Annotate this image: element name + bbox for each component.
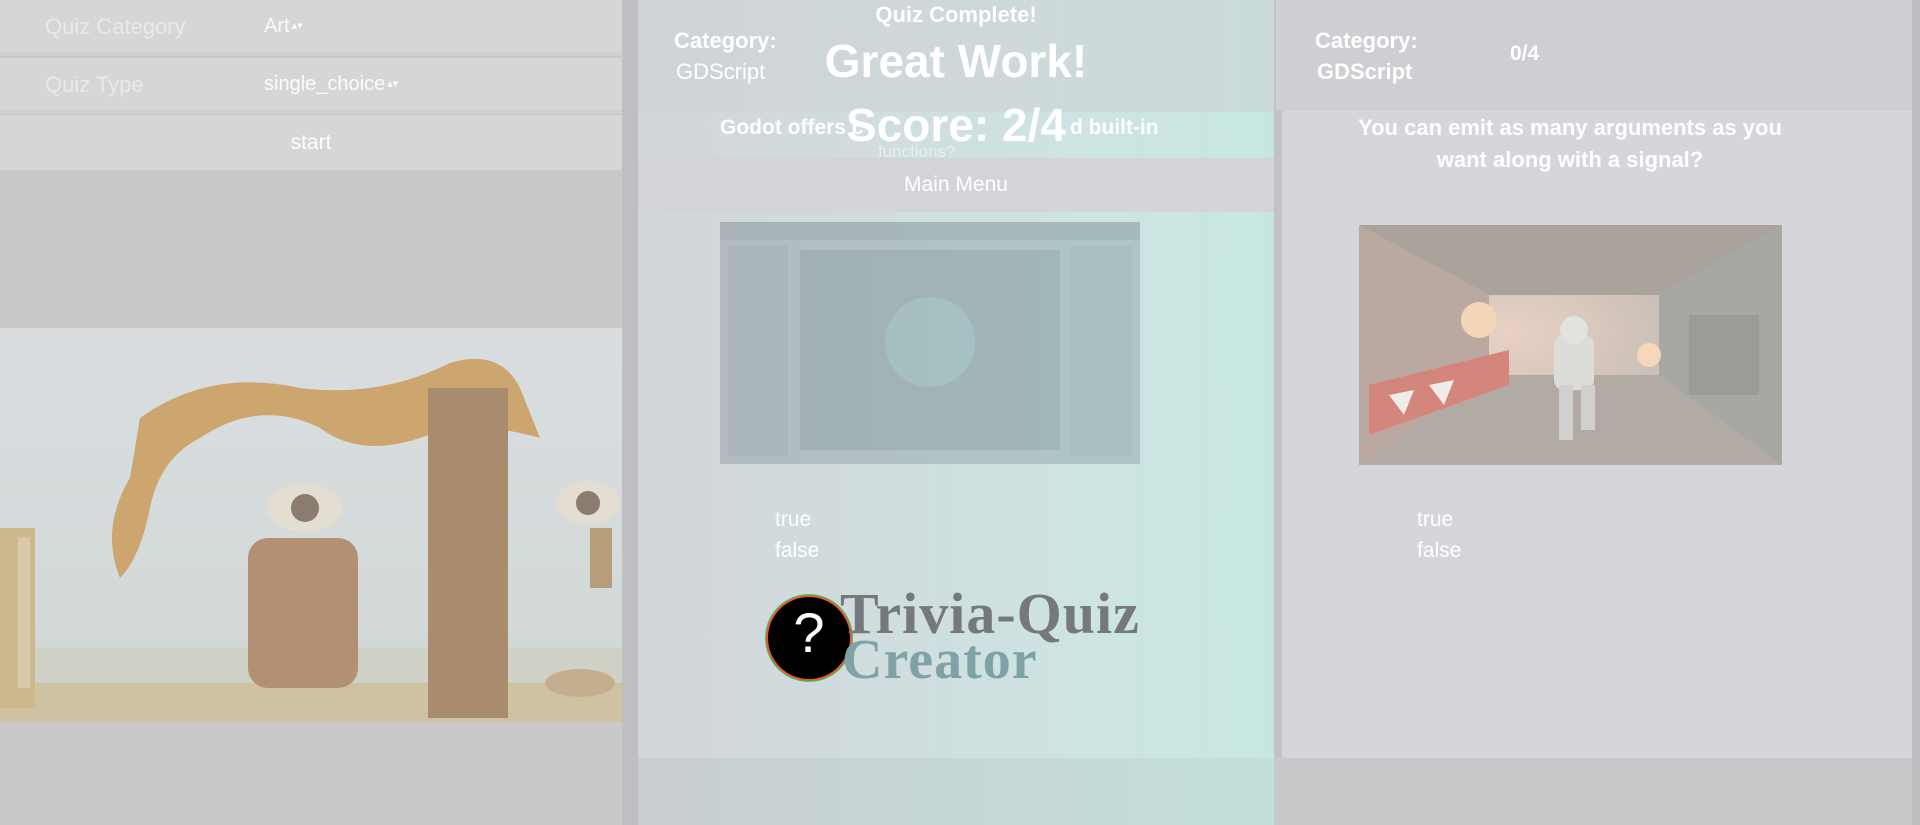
main-menu-button[interactable]: Main Menu [638, 158, 1274, 212]
quiz-type-select[interactable]: single_choice ▴▾ [264, 73, 398, 96]
right-category-value: GDScript [1317, 59, 1413, 84]
right-answer-true[interactable]: true [1417, 508, 1453, 532]
quiz-type-value: single_choice [264, 73, 386, 95]
quiz-type-row: Quiz Type single_choice ▴▾ [0, 58, 622, 114]
select-arrows-icon: ▴▾ [291, 20, 303, 32]
right-panel-footer [1274, 758, 1920, 825]
middle-panel-footer [638, 758, 1274, 825]
mid-answer-true[interactable]: true [775, 508, 811, 532]
start-button[interactable]: start [0, 115, 622, 170]
logo-symbol: ? [793, 601, 825, 664]
scrollbar-track[interactable] [1912, 0, 1920, 825]
logo-title-line2: Creator [842, 629, 1038, 691]
right-question-text: You can emit as many arguments as you wa… [1358, 115, 1782, 172]
panel-divider [1274, 0, 1282, 825]
mid-answer-false[interactable]: false [775, 539, 819, 563]
select-arrows-icon: ▴▾ [387, 78, 399, 90]
progress-counter: 0/4 [1510, 42, 1540, 65]
quiz-type-label: Quiz Type [45, 72, 144, 97]
editor-screenshot-image [720, 222, 1140, 464]
quiz-category-value: Art [264, 15, 290, 37]
quiz-category-select[interactable]: Art ▴▾ [264, 15, 303, 38]
panel-divider [622, 0, 638, 825]
right-answer-false[interactable]: false [1417, 539, 1461, 563]
score-text: Score: 2/4 [846, 99, 1066, 151]
surreal-painting-image [0, 328, 622, 722]
right-category-label: Category: [1315, 28, 1418, 53]
sci-fi-corridor-image [1359, 225, 1782, 465]
quiz-complete-heading: Quiz Complete! [875, 2, 1037, 27]
quiz-category-row: Quiz Category Art ▴▾ [0, 0, 622, 56]
result-message: Great Work! [824, 35, 1088, 87]
quiz-category-label: Quiz Category [45, 14, 186, 39]
